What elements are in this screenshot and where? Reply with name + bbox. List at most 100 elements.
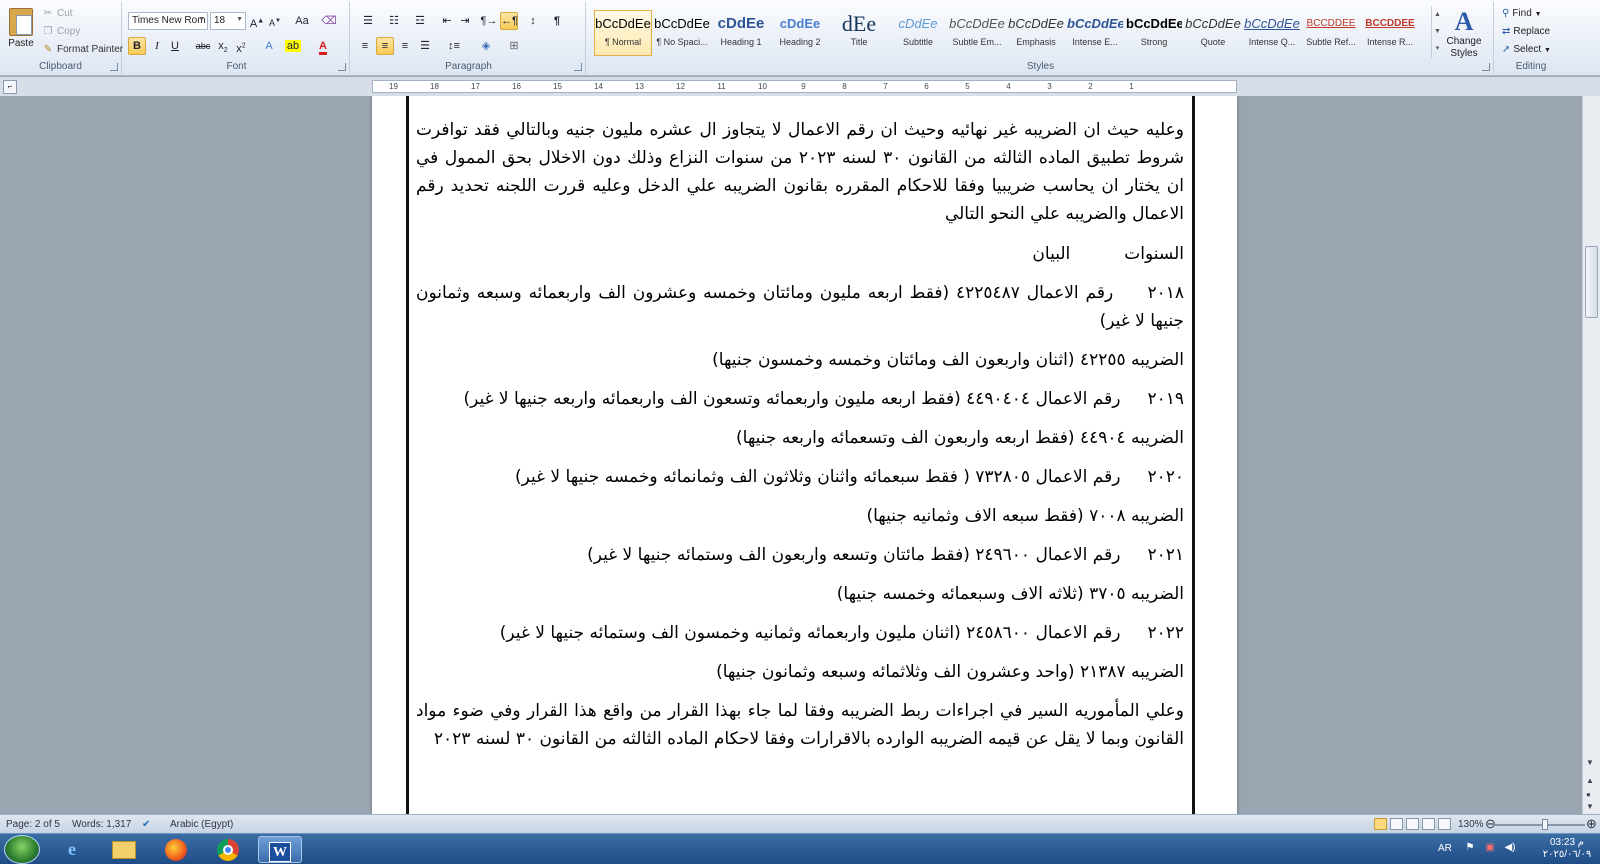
italic-button[interactable]: I xyxy=(148,37,166,55)
cut-button[interactable]: ✂ Cut xyxy=(42,8,73,26)
shrink-font-icon: A▼ xyxy=(269,18,281,28)
styles-dialog-launcher[interactable] xyxy=(1482,63,1490,71)
bold-button[interactable]: B xyxy=(128,37,146,55)
style-item[interactable]: bCcDdEe Strong xyxy=(1125,10,1183,56)
previous-page-icon[interactable]: ▲ xyxy=(1586,776,1594,785)
scrollbar-thumb[interactable] xyxy=(1585,246,1598,318)
style-item[interactable]: BCCDDEE Intense R... xyxy=(1361,10,1419,56)
rtl-button[interactable]: ←¶ xyxy=(500,12,518,30)
file-explorer-icon[interactable] xyxy=(104,836,144,863)
font-dialog-launcher[interactable] xyxy=(338,63,346,71)
next-page-icon[interactable]: ▼ xyxy=(1586,802,1594,811)
multilevel-list-button[interactable]: ☲ xyxy=(408,12,432,30)
bullets-button[interactable]: ☰ xyxy=(356,12,380,30)
action-center-icon[interactable]: ⚑ xyxy=(1464,842,1476,854)
numbering-button[interactable]: ☷ xyxy=(382,12,406,30)
show-formatting-button[interactable]: ¶ xyxy=(548,12,566,30)
strikethrough-button[interactable]: abc xyxy=(194,37,212,55)
firefox-icon[interactable] xyxy=(156,836,196,863)
paragraph-group-label: Paragraph xyxy=(445,61,492,72)
ruler-tick: 8 xyxy=(842,82,847,91)
chrome-icon[interactable] xyxy=(208,836,248,863)
select-button[interactable]: ➚ Select ▼ xyxy=(1502,44,1551,55)
scroll-down-icon[interactable]: ▼ xyxy=(1586,758,1594,767)
font-name-combo[interactable]: Times New Rom ▼ xyxy=(128,12,208,30)
increase-indent-button[interactable]: ⇥ xyxy=(456,12,474,30)
clear-formatting-button[interactable]: ⌫ xyxy=(320,12,338,30)
format-painter-button[interactable]: ✎ Format Painter xyxy=(42,44,123,62)
volume-icon[interactable]: ◀) xyxy=(1504,842,1516,854)
style-name: Heading 2 xyxy=(779,37,821,47)
borders-button[interactable]: ⊞ xyxy=(502,37,526,55)
change-case-button[interactable]: Aa xyxy=(290,12,314,30)
word-count[interactable]: Words: 1,317 xyxy=(72,819,131,830)
clock[interactable]: 03:23 م ٢٠٢٥/٠٦/٠٩ xyxy=(1536,837,1598,861)
style-item[interactable]: BCCDDEE Subtle Ref... xyxy=(1302,10,1360,56)
style-item[interactable]: bCcDdEe Quote xyxy=(1184,10,1242,56)
print-layout-view-button[interactable] xyxy=(1374,818,1387,830)
clipboard-dialog-launcher[interactable] xyxy=(110,63,118,71)
font-color-button[interactable]: A xyxy=(314,37,332,55)
style-item[interactable]: bCcDdEe ¶ No Spaci... xyxy=(653,10,711,56)
align-left-button[interactable]: ≡ xyxy=(356,37,374,55)
superscript-icon: x2 xyxy=(236,42,246,55)
align-right-button[interactable]: ≡ xyxy=(396,37,414,55)
proofing-icon[interactable]: ✔ xyxy=(142,819,150,830)
horizontal-ruler[interactable]: 19 18 17 16 15 14 13 12 11 10 9 8 7 6 5 4 3 2 1 xyxy=(372,80,1237,93)
style-item[interactable]: bCcDdEe Subtle Em... xyxy=(948,10,1006,56)
input-language[interactable]: AR xyxy=(1438,843,1452,854)
tab-selector[interactable]: ⌐ xyxy=(3,80,17,94)
highlight-button[interactable]: ab xyxy=(284,37,302,55)
font-size-combo[interactable]: 18 ▼ xyxy=(210,12,246,30)
underline-button[interactable]: U xyxy=(166,37,184,55)
style-item[interactable]: cDdEe Heading 2 xyxy=(771,10,829,56)
document-body[interactable]: وعليه حيث ان الضريبه غير نهائيه وحيث ان … xyxy=(416,116,1184,764)
decrease-indent-button[interactable]: ⇤ xyxy=(438,12,456,30)
style-item[interactable]: bCcDdEe ¶ Normal xyxy=(594,10,652,56)
style-item[interactable]: bCcDdEe Intense E... xyxy=(1066,10,1124,56)
zoom-slider-knob[interactable] xyxy=(1542,819,1548,830)
network-icon[interactable]: ▣ xyxy=(1484,842,1496,854)
page-indicator[interactable]: Page: 2 of 5 xyxy=(6,819,60,830)
web-layout-view-button[interactable] xyxy=(1406,818,1419,830)
find-button[interactable]: ⚲ Find ▼ xyxy=(1502,8,1542,19)
language-indicator[interactable]: Arabic (Egypt) xyxy=(170,819,233,830)
draft-view-button[interactable] xyxy=(1438,818,1451,830)
subscript-button[interactable]: x2 xyxy=(214,37,232,55)
justify-button[interactable]: ☰ xyxy=(416,37,434,55)
zoom-in-icon[interactable]: ⊕ xyxy=(1586,816,1597,832)
replace-button[interactable]: ⇄ Replace xyxy=(1502,26,1550,37)
vertical-scrollbar[interactable]: ▼ ▲ ● ▼ xyxy=(1582,96,1600,814)
ltr-button[interactable]: ¶→ xyxy=(480,12,498,30)
word-taskbar-button[interactable]: W xyxy=(258,836,302,863)
align-center-button[interactable]: ≡ xyxy=(376,37,394,55)
subscript-icon: x2 xyxy=(218,40,228,55)
style-item[interactable]: dEe Title xyxy=(830,10,888,56)
document-paragraph: ٢٠٢١ رقم الاعمال ٢٤٩٦٠٠ (فقط مائتان وتسع… xyxy=(587,545,1184,565)
paste-button[interactable]: Paste xyxy=(4,6,38,62)
shading-button[interactable]: ◈ xyxy=(474,37,498,55)
full-screen-reading-view-button[interactable] xyxy=(1390,818,1403,830)
line-spacing-button[interactable]: ↕≡ xyxy=(442,37,466,55)
copy-button[interactable]: ❐ Copy xyxy=(42,26,81,44)
paragraph-dialog-launcher[interactable] xyxy=(574,63,582,71)
zoom-slider[interactable] xyxy=(1495,824,1585,826)
style-item[interactable]: bCcDdEe Intense Q... xyxy=(1243,10,1301,56)
style-item[interactable]: bCcDdEe Emphasis xyxy=(1007,10,1065,56)
browse-object-icon[interactable]: ● xyxy=(1586,790,1591,799)
style-item[interactable]: cDdEe Subtitle xyxy=(889,10,947,56)
document-paragraph: وعليه حيث ان الضريبه غير نهائيه وحيث ان … xyxy=(416,120,1184,224)
change-styles-button[interactable]: A Change Styles xyxy=(1442,8,1486,60)
superscript-button[interactable]: x2 xyxy=(232,37,250,55)
text-effects-button[interactable]: A xyxy=(260,37,278,55)
sort-button[interactable]: ↕ xyxy=(524,12,542,30)
internet-explorer-icon[interactable]: e xyxy=(52,836,92,863)
outline-view-button[interactable] xyxy=(1422,818,1435,830)
zoom-level[interactable]: 130% xyxy=(1458,819,1484,830)
shrink-font-button[interactable]: A▼ xyxy=(266,12,284,30)
grow-font-button[interactable]: A▲ xyxy=(248,12,266,30)
start-button[interactable] xyxy=(4,835,40,864)
style-preview: cDdEe xyxy=(898,16,938,31)
style-item[interactable]: cDdEe Heading 1 xyxy=(712,10,770,56)
scissors-icon: ✂ xyxy=(43,8,53,19)
